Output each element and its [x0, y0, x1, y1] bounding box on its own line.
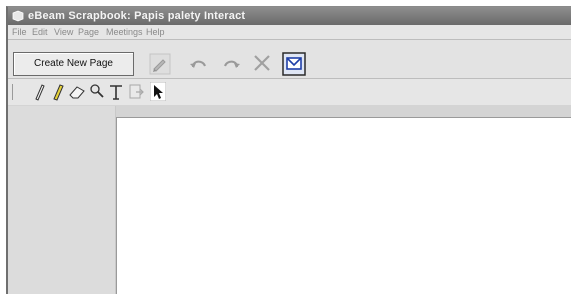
app-logo-icon [12, 10, 24, 22]
pointer-icon[interactable] [150, 82, 166, 101]
highlighter-icon[interactable] [51, 83, 65, 101]
text-icon[interactable] [108, 83, 124, 101]
app-window: eBeam Scrapbook: Papis palety Interact F… [6, 6, 571, 294]
menu-help[interactable]: Help [146, 25, 165, 39]
menu-page[interactable]: Page [78, 25, 99, 39]
page-thumbnail-panel[interactable] [8, 106, 116, 294]
undo-icon[interactable] [188, 55, 210, 73]
eraser-icon[interactable] [68, 84, 86, 100]
menu-bar: File Edit View Page Meetings Help [8, 25, 571, 39]
menu-view[interactable]: View [54, 25, 73, 39]
pen-icon[interactable] [149, 53, 171, 75]
main-toolbar: Create New Page [8, 40, 571, 78]
window-title: eBeam Scrapbook: Papis palety Interact [28, 10, 246, 22]
title-bar[interactable]: eBeam Scrapbook: Papis palety Interact [8, 7, 571, 25]
toolbar-grip[interactable] [12, 84, 15, 100]
tools-toolbar [8, 79, 571, 105]
menu-edit[interactable]: Edit [32, 25, 48, 39]
whiteboard-canvas[interactable] [116, 117, 571, 294]
delete-icon[interactable] [252, 53, 272, 73]
email-icon[interactable] [282, 52, 306, 76]
zoom-icon[interactable] [89, 83, 105, 99]
menu-meetings[interactable]: Meetings [106, 25, 143, 39]
create-new-page-button[interactable]: Create New Page [13, 52, 134, 76]
pencil-icon[interactable] [32, 83, 46, 101]
menu-file[interactable]: File [12, 25, 27, 39]
insert-icon[interactable] [128, 83, 146, 101]
redo-icon[interactable] [220, 55, 242, 73]
